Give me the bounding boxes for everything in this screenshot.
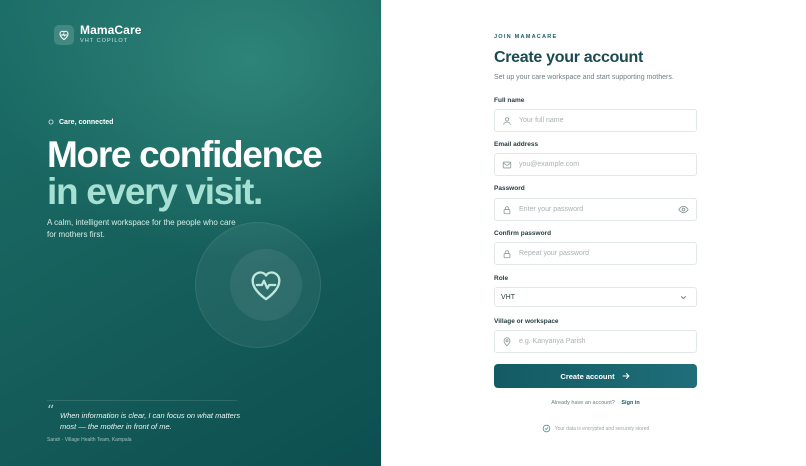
signup-panel: JOIN MAMACARE Create your account Set up…: [381, 0, 806, 466]
headline-line-2: in every visit.: [47, 171, 263, 212]
security-note-text: Your data is encrypted and securely stor…: [554, 425, 650, 432]
signin-row: Already have an account? Sign in: [494, 400, 697, 406]
create-account-label: Create account: [560, 371, 615, 381]
heart-orb: [195, 222, 321, 348]
full-name-placeholder: Your full name: [519, 117, 564, 124]
brand-name: MamaCare: [80, 23, 142, 37]
user-icon: [501, 115, 513, 127]
confirm-password-label: Confirm password: [494, 230, 552, 237]
security-note: Your data is encrypted and securely stor…: [494, 424, 697, 433]
password-field[interactable]: Enter your password: [494, 198, 697, 221]
hero-headline: More confidence in every visit.: [47, 134, 323, 212]
eye-icon[interactable]: [676, 204, 690, 216]
full-name-label: Full name: [494, 97, 525, 104]
hero-panel: MamaCare VHT COPILOT Care, connected Mor…: [0, 0, 381, 466]
lock-icon: [501, 204, 513, 216]
brand-subtitle: VHT COPILOT: [80, 38, 129, 44]
lock-icon: [501, 248, 513, 260]
heart-pulse-icon: [54, 25, 74, 45]
headline-line-1: More confidence: [47, 134, 323, 175]
password-label: Password: [494, 185, 525, 192]
signup-form: JOIN MAMACARE Create your account Set up…: [494, 34, 697, 433]
brand: MamaCare VHT COPILOT: [54, 24, 142, 46]
signin-prompt: Already have an account?: [551, 400, 615, 406]
create-account-button[interactable]: Create account: [494, 364, 697, 388]
email-field[interactable]: you@example.com: [494, 153, 697, 176]
full-name-input[interactable]: Your full name: [494, 109, 697, 132]
arrow-right-icon: [622, 373, 630, 379]
chevron-down-icon: [676, 291, 690, 303]
sign-in-link[interactable]: Sign in: [621, 400, 639, 406]
role-value: VHT: [501, 293, 515, 301]
map-pin-icon: [501, 336, 513, 348]
confirm-password-placeholder: Repeat your password: [519, 250, 590, 257]
quote-mark-icon: “: [47, 403, 55, 419]
mail-icon: [501, 159, 513, 171]
village-label: Village or workspace: [494, 318, 559, 325]
role-select[interactable]: VHT: [494, 287, 697, 307]
village-input[interactable]: e.g. Kanyanya Parish: [494, 330, 697, 353]
quote-divider: [47, 400, 237, 401]
hero-eyebrow: Care, connected: [47, 118, 113, 126]
form-subtitle: Set up your care workspace and start sup…: [494, 74, 674, 81]
email-label: Email address: [494, 141, 539, 148]
form-kicker: JOIN MAMACARE: [494, 34, 558, 40]
heart-pulse-icon: [251, 271, 281, 301]
email-placeholder: you@example.com: [519, 161, 580, 168]
confirm-password-field[interactable]: Repeat your password: [494, 242, 697, 265]
testimonial-attribution: Sarah · Village Health Team, Kampala: [47, 437, 132, 443]
form-title: Create your account: [494, 49, 644, 66]
shield-check-icon: [542, 424, 550, 433]
hero-lead: A calm, intelligent workspace for the pe…: [47, 218, 236, 239]
eyebrow-text: Care, connected: [59, 118, 114, 126]
village-placeholder: e.g. Kanyanya Parish: [519, 338, 586, 345]
sparkle-icon: [48, 119, 54, 125]
testimonial-quote: When information is clear, I can focus o…: [60, 411, 241, 431]
password-placeholder: Enter your password: [519, 206, 584, 213]
role-label: Role: [494, 275, 509, 282]
